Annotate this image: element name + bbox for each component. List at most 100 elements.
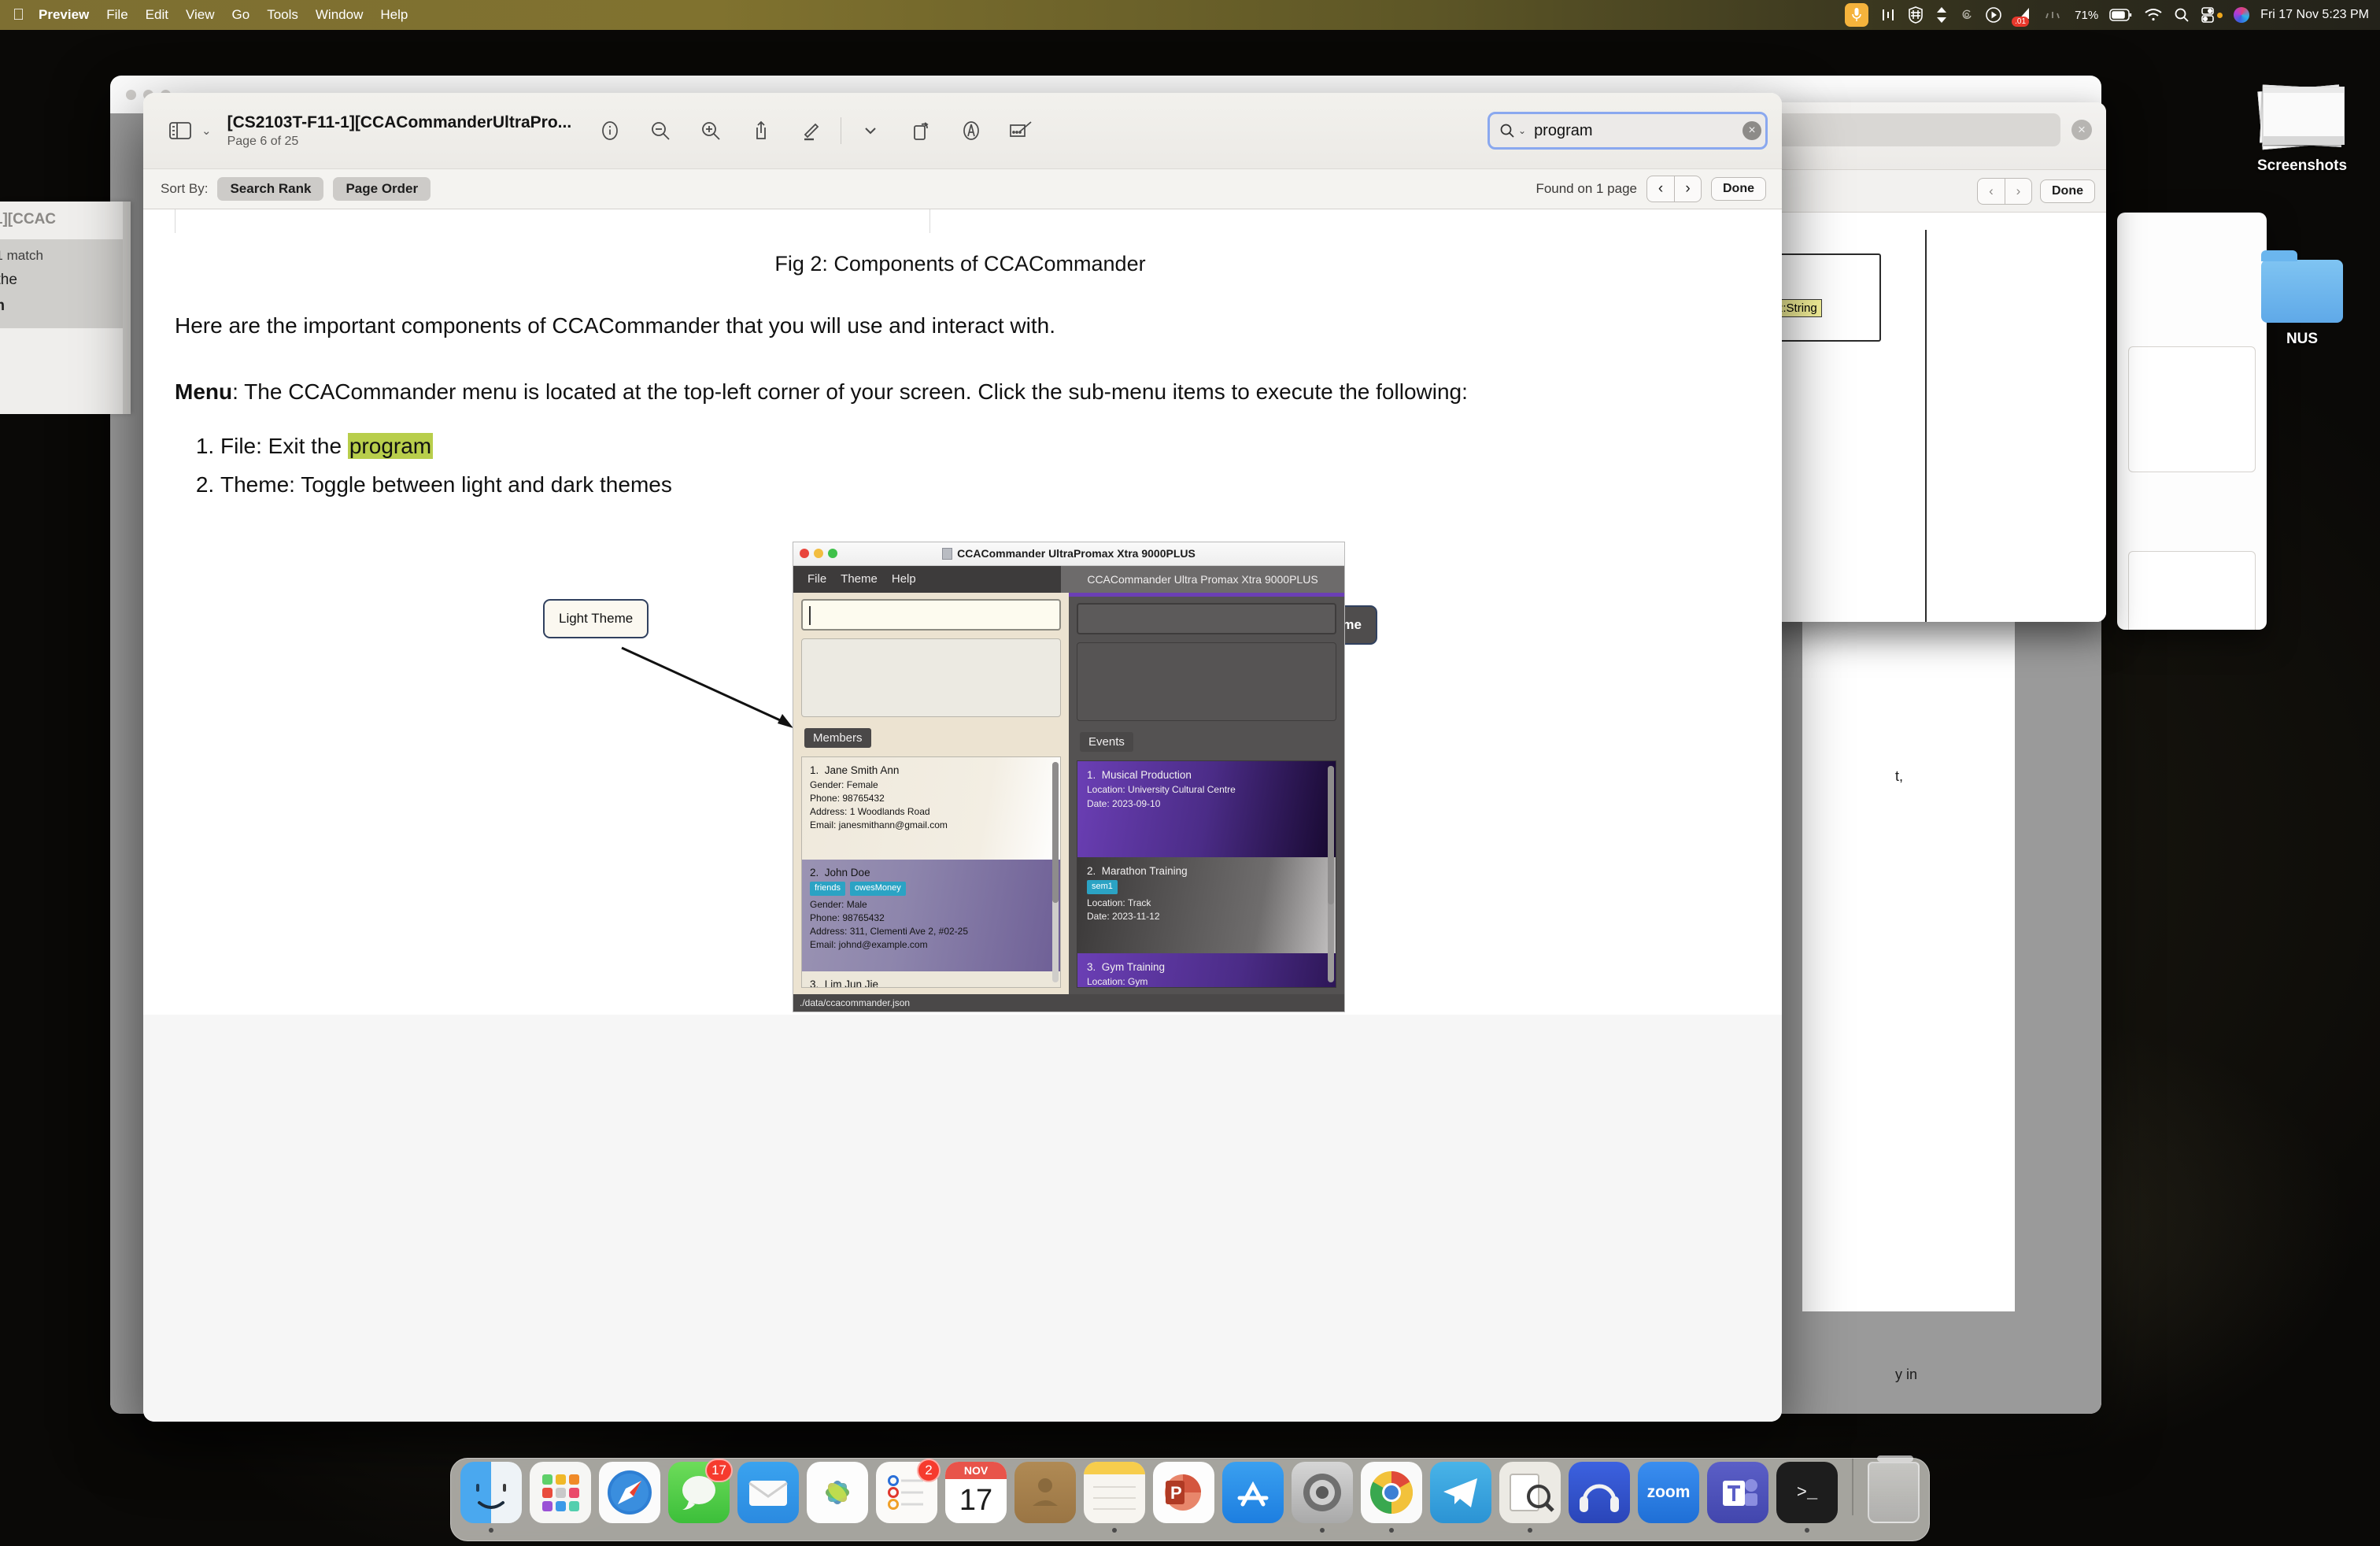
rotate-icon[interactable] <box>903 113 939 149</box>
background-preview-window[interactable]: × ‹ › Done and2:String <box>1760 102 2106 622</box>
list-item[interactable]: 3. Lim Jun Jie <box>802 971 1060 987</box>
dock-item-teams[interactable] <box>1707 1462 1768 1533</box>
control-center-icon[interactable] <box>2201 7 2215 23</box>
shield-grid-icon[interactable] <box>1908 6 1924 24</box>
preview-window[interactable]: ⌄ [CS2103T-F11-1][CCACommanderUltraPro..… <box>143 93 1782 1422</box>
system-settings-icon[interactable] <box>1292 1462 1353 1523</box>
menu-bar[interactable]:  Preview File Edit View Go Tools Window… <box>0 0 2380 30</box>
dock-item-system-settings[interactable] <box>1292 1462 1353 1533</box>
dock-item-powerpoint[interactable]: P <box>1153 1462 1214 1533</box>
dock-item-notes[interactable] <box>1084 1462 1145 1533</box>
telegram-icon[interactable] <box>1430 1462 1491 1523</box>
list-item[interactable]: 3. Gym Training Location: Gym Date: 2023… <box>1077 952 1336 987</box>
teams-icon[interactable] <box>1707 1462 1768 1523</box>
search-results-sidebar[interactable]: T-F11-1][CCAC e 6 1 match : Exit the ogr… <box>0 202 131 414</box>
annotate-icon[interactable] <box>953 113 989 149</box>
siri-orb-icon[interactable] <box>2234 7 2250 23</box>
dock-item-safari[interactable] <box>599 1462 660 1533</box>
zoom-out-icon[interactable] <box>642 113 678 149</box>
menu-item-preview[interactable]: Preview <box>39 7 89 23</box>
dock-item-calendar[interactable]: NOV 17 <box>945 1462 1007 1533</box>
dock-item-zoom[interactable]: zoom <box>1638 1462 1699 1533</box>
chevron-down-icon[interactable]: ⌄ <box>1518 125 1526 136</box>
pdf-scroll-area[interactable]: Fig 2: Components of CCACommander Here a… <box>143 209 1782 1422</box>
search-icon[interactable] <box>2174 7 2190 23</box>
find-done-button[interactable]: Done <box>1711 177 1766 201</box>
dock-item-reminders[interactable]: 2 <box>876 1459 941 1533</box>
appstore-icon[interactable] <box>1222 1462 1284 1523</box>
safari-icon[interactable] <box>599 1462 660 1523</box>
dock[interactable]: 17 2 NOV 17 P zoom >_ <box>450 1455 1930 1541</box>
background-search-field[interactable] <box>1771 113 2060 146</box>
search-field[interactable]: ⌄ × <box>1488 112 1768 150</box>
chevron-left-icon[interactable]: ‹ <box>1978 179 2005 204</box>
events-scrollbar[interactable] <box>1328 765 1334 982</box>
menu-item-view[interactable]: View <box>186 7 215 23</box>
search-result-item[interactable]: e 6 1 match : Exit the ogram <box>0 239 131 329</box>
list-item[interactable]: 2. Marathon Training sem1 Location: Trac… <box>1077 856 1336 953</box>
menu-item-edit[interactable]: Edit <box>146 7 168 23</box>
app-menu-theme[interactable]: Theme <box>841 572 878 586</box>
swirl-icon[interactable] <box>1960 8 1974 22</box>
wifi-icon[interactable] <box>2144 8 2163 22</box>
menu-item-window[interactable]: Window <box>316 7 363 23</box>
chevron-down-icon[interactable] <box>852 113 889 149</box>
menu-item-file[interactable]: File <box>106 7 128 23</box>
dock-item-mail[interactable] <box>737 1462 799 1533</box>
members-list[interactable]: 1. Jane Smith Ann Gender: Female Phone: … <box>801 756 1061 988</box>
desktop-icon-nus[interactable]: NUS <box>2235 250 2369 348</box>
sort-search-rank-button[interactable]: Search Rank <box>217 177 324 201</box>
dock-item-appstore[interactable] <box>1222 1462 1284 1533</box>
app-menu-help[interactable]: Help <box>892 572 916 586</box>
apple-logo-icon[interactable]:  <box>13 7 24 23</box>
dock-item-finder[interactable] <box>460 1462 522 1533</box>
sidebar-scrollbar[interactable] <box>123 202 131 414</box>
background-done-button[interactable]: Done <box>2040 179 2095 203</box>
list-item[interactable]: 2. John Doe friends owesMoney Gender: Ma… <box>802 859 1060 971</box>
clear-circle-icon[interactable]: × <box>2071 120 2092 140</box>
contacts-icon[interactable] <box>1014 1462 1076 1523</box>
events-list[interactable]: 1. Musical Production Location: Universi… <box>1077 760 1336 988</box>
chrome-icon[interactable] <box>1361 1462 1422 1523</box>
finder-icon[interactable] <box>460 1462 522 1523</box>
alert-triangle-icon[interactable]: .01 <box>2012 6 2032 27</box>
microphone-icon[interactable] <box>1845 3 1869 27</box>
menu-bar-clock[interactable]: Fri 17 Nov 5:23 PM <box>2260 8 2369 22</box>
dock-item-messages[interactable]: 17 <box>668 1459 733 1533</box>
menu-item-help[interactable]: Help <box>380 7 408 23</box>
dock-item-audacity[interactable] <box>1569 1462 1630 1533</box>
background-nav-segment[interactable]: ‹ › <box>1977 177 2032 205</box>
menu-item-go[interactable]: Go <box>232 7 250 23</box>
command-input-dark[interactable] <box>1077 602 1336 634</box>
photos-icon[interactable] <box>807 1462 868 1523</box>
dock-item-contacts[interactable] <box>1014 1462 1076 1533</box>
app-menu-file[interactable]: File <box>808 572 826 586</box>
audacity-icon[interactable] <box>1569 1462 1630 1523</box>
preview-icon[interactable] <box>1499 1462 1561 1523</box>
menu-item-tools[interactable]: Tools <box>267 7 298 23</box>
info-circle-icon[interactable] <box>592 113 628 149</box>
sort-page-order-button[interactable]: Page Order <box>333 177 431 201</box>
list-item[interactable]: 1. Jane Smith Ann Gender: Female Phone: … <box>802 756 1060 860</box>
zoom-in-icon[interactable] <box>693 113 729 149</box>
members-scrollbar[interactable] <box>1052 761 1059 982</box>
messages-icon[interactable]: 17 <box>668 1459 733 1523</box>
zoom-icon[interactable]: zoom <box>1638 1462 1699 1523</box>
calendar-icon[interactable]: NOV 17 <box>945 1462 1007 1523</box>
sidebar-toggle-icon[interactable] <box>162 113 198 149</box>
dock-item-trash[interactable] <box>1868 1455 1920 1533</box>
dock-item-terminal[interactable]: >_ <box>1776 1462 1838 1533</box>
list-item[interactable]: 1. Musical Production Location: Universi… <box>1077 760 1336 857</box>
dock-item-telegram[interactable] <box>1430 1462 1491 1533</box>
terminal-icon[interactable]: >_ <box>1776 1462 1838 1523</box>
launchpad-icon[interactable] <box>530 1462 591 1523</box>
app-tab-label[interactable]: CCACommander Ultra Promax Xtra 9000PLUS <box>1061 565 1344 593</box>
stepper-icon[interactable] <box>1935 6 1949 24</box>
reminders-icon[interactable]: 2 <box>876 1459 941 1523</box>
audio-levels-icon[interactable] <box>1879 6 1897 24</box>
app-menu-bar[interactable]: File Theme Help CCACommander Ultra Proma… <box>793 565 1344 593</box>
markup-pen-icon[interactable] <box>793 113 830 149</box>
share-icon[interactable] <box>743 113 779 149</box>
desktop-icon-screenshots[interactable]: Screenshots <box>2235 84 2369 175</box>
mail-icon[interactable] <box>737 1462 799 1523</box>
